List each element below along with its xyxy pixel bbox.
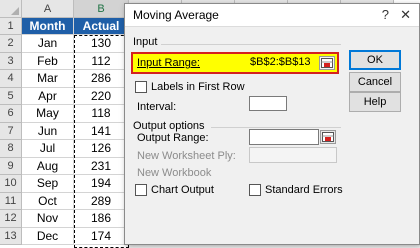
cell-actual[interactable]: 174 (74, 227, 129, 245)
cell-month[interactable]: Aug (22, 157, 74, 175)
cell-actual[interactable]: 126 (74, 140, 129, 158)
dialog-titlebar[interactable]: Moving Average ? ✕ (125, 4, 419, 27)
row-header-8[interactable]: 8 (0, 140, 22, 158)
row-header-5[interactable]: 5 (0, 87, 22, 105)
cell-month[interactable]: Jun (22, 122, 74, 140)
select-all-corner[interactable] (0, 0, 22, 18)
row-header-11[interactable]: 11 (0, 192, 22, 210)
cell-month[interactable]: Nov (22, 210, 74, 228)
row-header-6[interactable]: 6 (0, 105, 22, 123)
row-header-3[interactable]: 3 (0, 52, 22, 70)
input-group-line (161, 44, 341, 45)
output-range-field[interactable] (249, 129, 319, 145)
interval-label: Interval: (137, 101, 177, 113)
interval-field[interactable] (249, 96, 287, 111)
new-worksheet-ply-field (249, 147, 337, 163)
cell-month[interactable]: Apr (22, 87, 74, 105)
cell-actual-header[interactable]: Actual (74, 18, 129, 35)
column-header-b[interactable]: B (74, 0, 129, 18)
cell-month[interactable]: Dec (22, 227, 74, 245)
cancel-button[interactable]: Cancel (349, 72, 401, 92)
output-range-collapse-button[interactable] (320, 130, 336, 144)
dialog-title: Moving Average (133, 8, 219, 22)
cell-month[interactable]: Feb (22, 52, 74, 70)
cell-actual[interactable]: 231 (74, 157, 129, 175)
column-header-a[interactable]: A (22, 0, 74, 18)
row-header-4[interactable]: 4 (0, 70, 22, 88)
row-header-7[interactable]: 7 (0, 122, 22, 140)
cell-actual[interactable]: 194 (74, 175, 129, 193)
cell-month[interactable]: May (22, 105, 74, 123)
input-range-collapse-button[interactable] (319, 56, 335, 70)
cell-month[interactable]: Oct (22, 192, 74, 210)
standard-errors-checkbox[interactable] (249, 184, 261, 196)
input-section-label: Input (133, 36, 158, 48)
moving-average-dialog: Moving Average ? ✕ Input Input Range: $B… (124, 3, 420, 245)
cell-actual[interactable]: 286 (74, 70, 129, 88)
new-workbook-label: New Workbook (137, 167, 212, 179)
output-section-label: Output options (133, 120, 205, 132)
cell-actual[interactable]: 289 (74, 192, 129, 210)
output-group-line (211, 127, 341, 128)
ok-button[interactable]: OK (349, 50, 401, 70)
cell-month[interactable]: Mar (22, 70, 74, 88)
cell-month[interactable]: Sep (22, 175, 74, 193)
row-header-12[interactable]: 12 (0, 210, 22, 228)
cell-actual[interactable]: 112 (74, 52, 129, 70)
cell-actual[interactable]: 220 (74, 87, 129, 105)
input-range-label: Input Range: (137, 57, 200, 69)
row-header-13[interactable]: 13 (0, 227, 22, 245)
cell-actual[interactable]: 141 (74, 122, 129, 140)
help-button[interactable]: Help (349, 92, 401, 112)
close-icon[interactable]: ✕ (400, 7, 411, 23)
row-header-9[interactable]: 9 (0, 157, 22, 175)
cell-month-header[interactable]: Month (22, 18, 74, 35)
cell-actual[interactable]: 118 (74, 105, 129, 123)
input-range-value: $B$2:$B$13 (250, 56, 311, 68)
standard-errors-label: Standard Errors (265, 184, 343, 196)
row-header-2[interactable]: 2 (0, 35, 22, 53)
cell-actual[interactable]: 186 (74, 210, 129, 228)
new-worksheet-ply-label: New Worksheet Ply: (137, 150, 236, 162)
help-question-icon[interactable]: ? (382, 7, 389, 22)
cell-month[interactable]: Jan (22, 35, 74, 53)
cell-actual[interactable]: 130 (74, 35, 129, 53)
row-header-1[interactable]: 1 (0, 18, 22, 35)
input-range-label-text: Input Range: (137, 57, 200, 69)
chart-output-checkbox[interactable] (135, 184, 147, 196)
range-select-icon (322, 132, 334, 142)
input-range-field[interactable]: $B$2:$B$13 (246, 55, 318, 71)
chart-output-label: Chart Output (151, 184, 214, 196)
range-select-icon (321, 58, 333, 68)
output-range-label: Output Range: (137, 132, 209, 144)
row-header-10[interactable]: 10 (0, 175, 22, 193)
labels-first-row-checkbox[interactable] (135, 81, 147, 93)
labels-first-row-label: Labels in First Row (151, 81, 245, 93)
cell-month[interactable]: Jul (22, 140, 74, 158)
